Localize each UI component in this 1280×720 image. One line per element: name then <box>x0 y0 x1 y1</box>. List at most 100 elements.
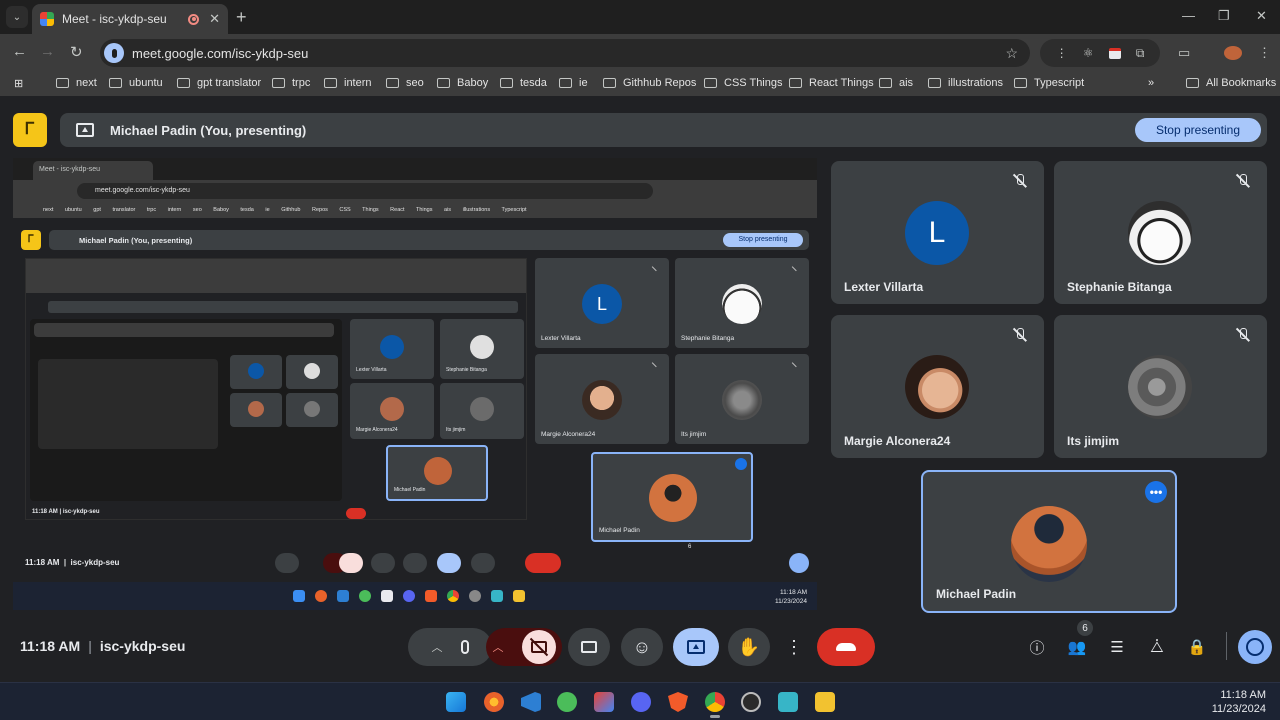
bookmark-ie[interactable]: ie <box>559 77 588 89</box>
meeting-time: 11:18 AM <box>20 638 81 654</box>
extension-grid-icon[interactable]: ⋮ <box>1056 46 1068 60</box>
reload-icon[interactable]: ↻ <box>70 43 83 61</box>
avatar-stephanie <box>1128 201 1192 265</box>
participant-tile-stephanie[interactable]: Stephanie Bitanga <box>1054 161 1267 304</box>
minimize-window-icon[interactable]: — <box>1182 8 1195 23</box>
shared-toolbar: meet.google.com/isc-ykdp-seu <box>13 180 817 202</box>
people-icon[interactable]: 👥 <box>1066 636 1088 658</box>
browser-globe-icon[interactable] <box>741 692 761 712</box>
nested-deep-screen <box>30 319 342 501</box>
avatar-margie <box>905 355 969 419</box>
more-options-icon[interactable]: ••• <box>1145 481 1167 503</box>
extensions-puzzle-icon[interactable]: ⧉ <box>1136 46 1145 61</box>
vscode-icon[interactable] <box>521 692 541 712</box>
shared-more-options-icon <box>735 458 747 470</box>
chrome-icon[interactable] <box>705 692 725 718</box>
more-options-button[interactable]: ⋮ <box>779 628 809 666</box>
side-panel-icon[interactable]: ▭ <box>1178 45 1190 61</box>
activities-icon[interactable]: ⧊ <box>1146 636 1168 658</box>
shared-taskbar: 11:18 AM 11/23/2024 <box>13 582 817 610</box>
discord-icon[interactable] <box>631 692 651 712</box>
people-count-badge: 6 <box>1077 620 1093 636</box>
camera-off-icon[interactable] <box>521 630 556 664</box>
raise-hand-icon: ✋ <box>737 636 761 657</box>
extension-calendar-icon[interactable] <box>1108 47 1121 59</box>
nested-controls: 11:18 AM | isc-ykdp-seu <box>26 507 526 519</box>
restore-window-icon[interactable]: ❐ <box>1218 8 1230 24</box>
forward-arrow-icon[interactable]: → <box>40 43 55 60</box>
close-window-icon[interactable]: ✕ <box>1256 8 1267 24</box>
close-tab-icon[interactable]: ✕ <box>209 11 220 27</box>
file-explorer-icon[interactable] <box>815 692 835 712</box>
participant-tile-margie[interactable]: Margie Alconera24 <box>831 315 1044 458</box>
present-screen-icon <box>687 640 705 654</box>
shared-player-icon <box>359 590 371 602</box>
nested-meeting-time: 11:18 AM | isc-ykdp-seu <box>32 509 100 515</box>
system-clock[interactable]: 11:18 AM 11/23/2024 <box>1212 688 1266 716</box>
bookmark-typescript[interactable]: Typescript <box>1014 77 1084 89</box>
notepad-icon[interactable] <box>778 692 798 712</box>
folder-icon <box>1014 78 1027 88</box>
site-info-icon[interactable] <box>104 43 124 63</box>
bookmark-ubuntu[interactable]: ubuntu <box>109 77 163 89</box>
bookmark-github-repos[interactable]: Githhub Repos <box>603 77 696 89</box>
audio-settings-chevron-icon[interactable]: ︿ <box>432 639 443 655</box>
present-button[interactable] <box>673 628 719 666</box>
participant-tile-jimjim[interactable]: Its jimjim <box>1054 315 1267 458</box>
bookmark-baboy[interactable]: Baboy <box>437 77 488 89</box>
media-player-icon[interactable] <box>557 692 577 712</box>
reactions-button[interactable]: ☺ <box>621 628 663 666</box>
self-tile[interactable]: ••• Michael Padin <box>921 470 1177 613</box>
chat-icon[interactable]: ☰ <box>1106 636 1128 658</box>
alarm-button[interactable] <box>1238 630 1272 664</box>
shared-presenting-bar: Michael Padin (You, presenting) Stop pre… <box>49 230 809 250</box>
shared-address-bar: meet.google.com/isc-ykdp-seu <box>77 183 653 199</box>
self-name: Michael Padin <box>936 587 1017 601</box>
bookmark-ais[interactable]: ais <box>879 77 913 89</box>
bookmark-trpc[interactable]: trpc <box>272 77 310 89</box>
microphone-icon[interactable] <box>460 640 469 654</box>
back-arrow-icon[interactable]: ← <box>12 43 27 60</box>
bookmark-gpt-translator[interactable]: gpt translator <box>177 77 261 89</box>
meeting-details-icon[interactable]: ⓘ <box>1026 636 1048 658</box>
address-bar[interactable]: meet.google.com/isc-ykdp-seu ☆ <box>100 39 1030 67</box>
bookmark-react-things[interactable]: React Things <box>789 77 874 89</box>
shared-avatar-michael <box>649 474 697 522</box>
address-url[interactable]: meet.google.com/isc-ykdp-seu <box>132 46 1005 61</box>
participant-tile-lexter[interactable]: L Lexter Villarta <box>831 161 1044 304</box>
bookmark-intern[interactable]: intern <box>324 77 372 89</box>
browser-tab-meet[interactable]: Meet - isc-ykdp-seu ✕ <box>32 4 228 34</box>
bookmark-tesda[interactable]: tesda <box>500 77 547 89</box>
meeting-code: isc-ykdp-seu <box>99 638 186 654</box>
video-settings-chevron-icon[interactable]: ︿ <box>493 639 504 655</box>
firefox-icon[interactable] <box>484 692 504 712</box>
new-tab-plus-icon[interactable]: + <box>236 7 247 28</box>
shared-tile-michael: Michael Padin <box>591 452 753 542</box>
shared-presenting-label: Michael Padin (You, presenting) <box>79 236 193 245</box>
tab-search-chevron-icon[interactable]: ⌄ <box>6 6 28 28</box>
shared-firefox-icon <box>315 590 327 602</box>
leave-call-button[interactable] <box>817 628 875 666</box>
all-bookmarks[interactable]: All Bookmarks <box>1186 77 1276 89</box>
shared-alarm-icon <box>789 553 809 573</box>
bookmark-star-icon[interactable]: ☆ <box>1005 45 1018 62</box>
windows-start-icon[interactable] <box>446 692 466 712</box>
extension-react-icon[interactable]: ⚛ <box>1083 46 1094 60</box>
bookmark-illustrations[interactable]: illustrations <box>928 77 1003 89</box>
host-controls-icon[interactable]: 🔒 <box>1186 636 1208 658</box>
apps-grid-icon[interactable]: ⊞ <box>14 77 23 90</box>
bookmark-css-things[interactable]: CSS Things <box>704 77 783 89</box>
stop-presenting-button[interactable]: Stop presenting <box>1135 118 1261 142</box>
bookmark-next[interactable]: next <box>56 77 97 89</box>
bookmark-seo[interactable]: seo <box>386 77 424 89</box>
profile-avatar[interactable] <box>1224 46 1242 60</box>
bookmarks-overflow-icon[interactable]: » <box>1148 77 1154 89</box>
shared-mic-icon <box>275 553 299 573</box>
photos-app-icon[interactable] <box>594 692 614 712</box>
captions-button[interactable] <box>568 628 610 666</box>
nested-browser-chrome <box>26 259 526 293</box>
brave-icon[interactable] <box>668 692 688 712</box>
shared-clock: 11:18 AM 11/23/2024 <box>774 589 807 605</box>
raise-hand-button[interactable]: ✋ <box>728 628 770 666</box>
chrome-menu-icon[interactable]: ⋮ <box>1258 45 1271 61</box>
